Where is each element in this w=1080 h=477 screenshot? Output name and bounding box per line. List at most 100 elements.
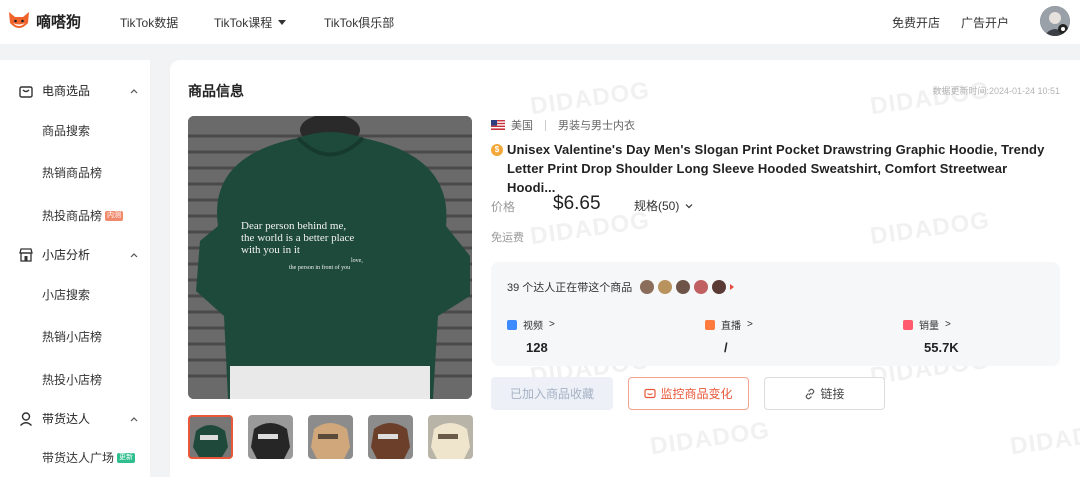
creators-count-text: 39 个达人正在带这个商品 [507,282,633,294]
hoodie-print-text: Dear person behind me, the world is a be… [241,220,363,272]
monitor-icon [644,388,657,398]
print-line: love, [351,258,363,264]
nav-tiktok-data[interactable]: TikTok数据 [120,14,178,31]
product-thumbnail[interactable] [188,415,233,459]
stat-video-label[interactable]: 视频 > [507,317,555,332]
stat-live-value: / [724,340,728,355]
button-label: 链接 [820,387,845,401]
dollar-coin-icon: $ [491,144,503,156]
link-icon [806,388,815,399]
video-icon [507,319,517,330]
section-title: 商品信息 [188,83,244,99]
link-button[interactable]: 链接 [764,377,885,410]
sidebar: 电商选品 商品搜索 热销商品榜 热投商品榜 内测 小店分析 小店搜索 热销小店榜 … [0,60,150,477]
brand-logo[interactable]: 嘀嗒狗 [6,8,81,34]
creator-avatar [712,280,727,294]
sidebar-group-store-analysis[interactable]: 小店分析 [18,246,90,263]
chevron-down-icon [278,20,287,25]
chevron-up-icon[interactable] [130,87,138,95]
watermark: DIDADOG [1008,416,1080,461]
sidebar-item-hot-ad-products[interactable]: 热投商品榜 内测 [42,207,124,224]
open-store-link[interactable]: 免费开店 [892,14,940,31]
chevron-up-icon[interactable] [130,415,138,423]
ad-account-link[interactable]: 广告开户 [961,14,1009,31]
creator-stats-panel: 39 个达人正在带这个商品 视频 > 128 直播 > / 销量 > 55.7K [491,262,1060,366]
creator-avatar [640,280,655,294]
country-category-line: 美国 男装与男士内衣 [491,117,635,133]
chevron-right-icon: > [747,319,753,330]
fox-logo-icon [9,12,29,28]
shopping-bag-icon [19,85,33,98]
stat-label-text: 视频 [523,321,543,332]
watermark: DIDADOG [648,416,772,461]
caret-right-icon [730,284,735,290]
watermark: DIDADOG [528,76,652,121]
added-to-favorites-button[interactable]: 已加入商品收藏 [491,377,613,410]
stat-video-value: 128 [526,340,548,355]
sidebar-group-product-selection[interactable]: 电商选品 [18,82,90,99]
product-thumbnail[interactable] [248,415,293,459]
product-thumbnail[interactable] [308,415,353,459]
sidebar-item-hot-sale-stores[interactable]: 热销小店榜 [42,328,102,345]
avatar-image [1040,6,1070,36]
sidebar-item-hot-ad-stores[interactable]: 热投小店榜 [42,371,102,388]
stat-live-label[interactable]: 直播 > [705,317,753,332]
price-label: 价格 [491,200,516,214]
spec-label: 规格(50) [634,199,680,213]
live-icon [705,319,715,330]
spec-dropdown[interactable]: 规格(50) [634,197,694,214]
person-icon [20,411,32,426]
nav-tiktok-course[interactable]: TikTok课程 [214,14,287,31]
price-value: $6.65 [553,193,601,214]
product-thumbnail[interactable] [428,415,473,459]
nav-tiktok-club[interactable]: TikTok俱乐部 [324,14,394,31]
store-icon [19,247,33,262]
chevron-right-icon: > [945,319,951,330]
creators-row[interactable]: 39 个达人正在带这个商品 [507,279,735,295]
sidebar-item-product-search[interactable]: 商品搜索 [42,122,90,139]
product-title: Unisex Valentine's Day Men's Slogan Prin… [507,142,1045,195]
sidebar-group-label: 小店分析 [42,248,91,262]
stat-label-text: 销量 [919,321,939,332]
sidebar-item-store-search[interactable]: 小店搜索 [42,286,90,303]
updated-tag: 更新 [117,452,136,463]
sidebar-group-label: 带货达人 [42,412,91,426]
monitor-product-button[interactable]: 监控商品变化 [628,377,749,410]
sidebar-group-creators[interactable]: 带货达人 [18,410,90,427]
stat-sales-value: 55.7K [924,340,959,355]
thumbnail-image [190,417,231,457]
creator-avatar [658,280,673,294]
sidebar-item-creator-square[interactable]: 带货达人广场 更新 [42,449,136,466]
update-timestamp: 数据更新时间:2024-01-24 10:51 [932,86,1060,96]
brand-name: 嘀嗒狗 [36,13,82,31]
product-info-card: DIDADOG DIDADOG DIDADOG DIDADOG DIDADOG … [170,60,1080,477]
print-line: the person in front of you [289,265,351,271]
beta-tag: 内测 [105,210,124,221]
sidebar-item-label: 带货达人广场 [42,451,115,465]
print-line: Dear person behind me, [241,220,347,232]
thumbnail-image [368,415,413,459]
creator-avatar [676,280,691,294]
sales-icon [903,319,913,330]
product-main-image[interactable]: Dear person behind me, the world is a be… [188,116,472,399]
top-bar: 嘀嗒狗 TikTok数据 TikTok课程 TikTok俱乐部 免费开店 广告开… [0,0,1080,44]
nav-tiktok-course-label: TikTok课程 [214,16,273,30]
creator-avatar [694,280,709,294]
sidebar-item-hot-sale-products[interactable]: 热销商品榜 [42,164,102,181]
stat-sales-label[interactable]: 销量 > [903,317,951,332]
thumbnail-image [248,415,293,459]
user-avatar[interactable] [1040,6,1070,36]
stat-label-text: 直播 [721,321,741,332]
chevron-up-icon[interactable] [130,251,138,259]
sidebar-group-label: 电商选品 [42,84,91,98]
button-label: 已加入商品收藏 [509,387,594,401]
divider [545,119,546,131]
print-line: with you in it [241,244,300,256]
country-label: 美国 [511,120,533,132]
chevron-right-icon: > [549,319,555,330]
product-thumbnail[interactable] [368,415,413,459]
chevron-down-icon [685,203,693,208]
thumbnail-image [308,415,353,459]
print-line: the world is a better place [241,232,355,244]
us-flag-icon [491,120,505,130]
